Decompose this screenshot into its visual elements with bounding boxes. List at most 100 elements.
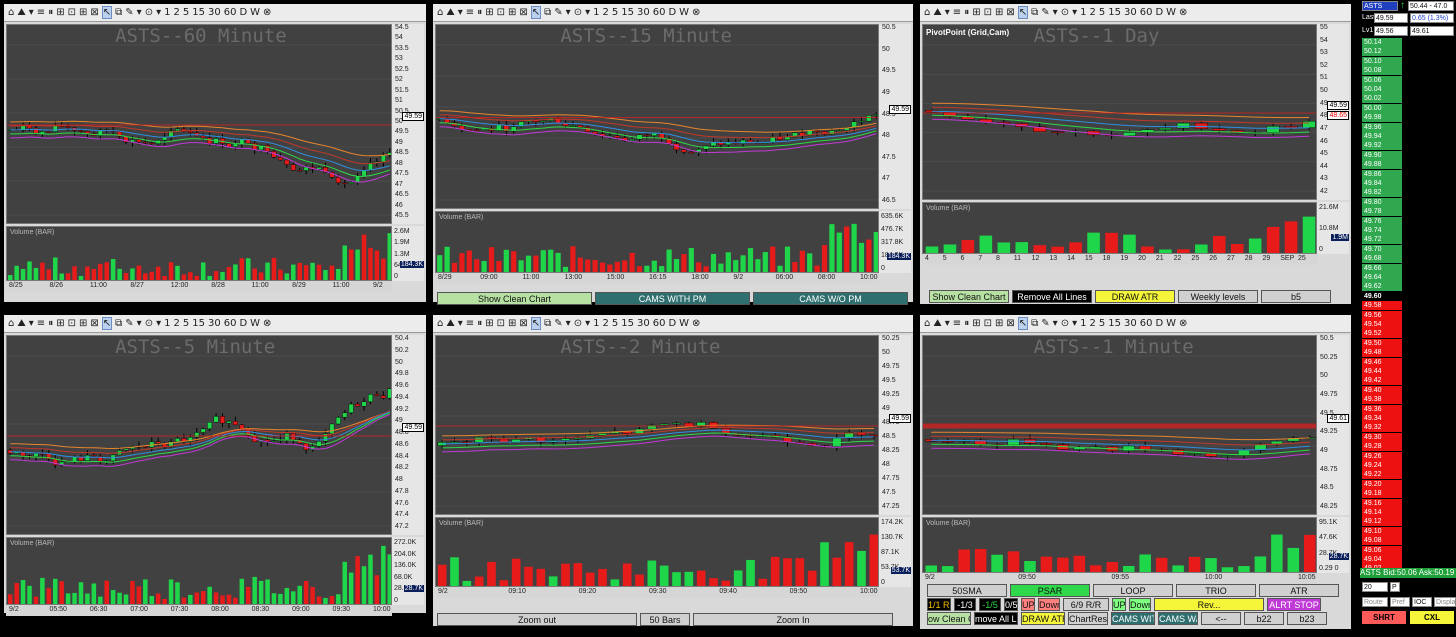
toolbar-item[interactable]: ✎ <box>1041 7 1049 18</box>
ladder-row[interactable]: 49.80 <box>1362 197 1402 207</box>
time-axis[interactable]: 9/2 05:50 06:30 07:00 07:30 08:00 08:30 09:00 09… <box>6 605 392 616</box>
time-axis[interactable]: 9/2 09:10 09:20 09:30 09:40 09:50 10:00 <box>435 587 879 598</box>
ladder-row[interactable]: 49.46 <box>1362 357 1402 367</box>
ladder-row[interactable]: 49.76 <box>1362 216 1402 226</box>
volume-pane[interactable]: Volume (BAR) <box>922 517 1317 573</box>
ladder-row[interactable]: 49.72 <box>1362 235 1402 245</box>
toolbar-item[interactable]: ⧉ <box>544 7 551 18</box>
toolbar-item[interactable]: ⌂ <box>8 7 14 18</box>
chart-button[interactable]: PSAR <box>1010 584 1090 597</box>
price-chart[interactable]: ASTS--15 Minute <box>435 24 879 209</box>
toolbar-item[interactable]: ⊗ <box>1179 7 1187 18</box>
ladder-row[interactable]: 49.18 <box>1362 489 1402 499</box>
chart-button[interactable]: Zoom out <box>437 613 637 626</box>
toolbar-item[interactable]: ⊞ <box>972 7 980 18</box>
toolbar-item[interactable]: ≡ <box>466 7 474 18</box>
toolbar-item[interactable]: ⊠ <box>519 7 527 18</box>
ladder-row[interactable]: 49.34 <box>1362 414 1402 423</box>
ladder-row[interactable]: 49.96 <box>1362 122 1402 132</box>
toolbar-item[interactable]: W <box>679 7 689 18</box>
toolbar-item[interactable]: ⛰ <box>17 318 25 329</box>
toolbar-item[interactable]: ▾ <box>137 318 142 329</box>
toolbar-item[interactable]: ▾ <box>156 318 161 329</box>
toolbar-item[interactable]: ⊙ <box>1061 318 1069 329</box>
toolbar-item[interactable]: ⏸ <box>477 7 482 18</box>
ladder-row[interactable]: 49.90 <box>1362 150 1402 160</box>
ladder-row[interactable]: 49.38 <box>1362 395 1402 405</box>
toolbar-item[interactable]: ⊙ <box>574 318 582 329</box>
toolbar-item[interactable]: ⊗ <box>263 318 271 329</box>
ladder-row[interactable]: 49.62 <box>1362 282 1402 292</box>
toolbar-item[interactable]: ✎ <box>554 7 562 18</box>
toolbar-item[interactable]: 15 <box>192 318 205 329</box>
chart-button[interactable]: move All Lin <box>974 612 1018 625</box>
price-axis[interactable]: 50.4 50.2 50 49.8 49.6 49.4 49.2 49 48.8 48.6 48.4… <box>392 335 424 535</box>
ladder-row[interactable]: 49.92 <box>1362 141 1402 151</box>
price-chart[interactable]: ASTS--2 Minute <box>435 335 879 515</box>
toolbar-item[interactable]: ▾ <box>29 318 34 329</box>
price-chart[interactable]: ASTS--60 Minute <box>6 24 392 224</box>
cancel-button[interactable]: CXL <box>1410 611 1454 624</box>
chart-button[interactable]: Show Clean Chart <box>437 292 592 305</box>
toolbar-item[interactable]: ▾ <box>566 318 571 329</box>
toolbar-item[interactable]: ⌂ <box>8 318 14 329</box>
toolbar-item[interactable]: 1 <box>593 318 599 329</box>
toolbar-item[interactable]: ⊞ <box>485 7 493 18</box>
toolbar-item[interactable]: ⧉ <box>115 7 122 18</box>
ladder-row[interactable]: 49.84 <box>1362 179 1402 188</box>
chart-button[interactable]: TRIO <box>1176 584 1256 597</box>
chart-button[interactable]: CAMS WITH P <box>1111 612 1155 625</box>
ladder-row[interactable]: 49.10 <box>1362 526 1402 536</box>
toolbar-item[interactable]: 2 <box>174 7 180 18</box>
toolbar-item[interactable]: 2 <box>1090 318 1096 329</box>
toolbar-item[interactable]: 60 <box>653 7 666 18</box>
toolbar-item[interactable]: ⧉ <box>544 318 551 329</box>
ioc-select[interactable]: IOC <box>1412 597 1432 607</box>
toolbar-item[interactable]: 15 <box>621 7 634 18</box>
toolbar-item[interactable]: 5 <box>183 7 189 18</box>
chart-button[interactable]: Down <box>1038 598 1060 611</box>
toolbar-item[interactable]: ⊙ <box>1061 7 1069 18</box>
price-chart[interactable]: ASTS--1 Minute <box>922 335 1317 515</box>
volume-pane[interactable]: Volume (BAR) <box>6 226 392 281</box>
ladder-row[interactable]: 49.50 <box>1362 338 1402 348</box>
chart-button[interactable]: LOOP <box>1093 584 1173 597</box>
toolbar-item[interactable]: ⊗ <box>692 7 700 18</box>
toolbar-item[interactable]: 1 <box>593 7 599 18</box>
toolbar-item[interactable]: ▾ <box>137 7 142 18</box>
toolbar-item[interactable]: ⌂ <box>437 7 443 18</box>
toolbar-item[interactable]: 5 <box>612 318 618 329</box>
ladder-row[interactable]: 49.54 <box>1362 320 1402 329</box>
toolbar-item[interactable]: 5 <box>612 7 618 18</box>
toolbar-item[interactable]: ⊞ <box>508 7 516 18</box>
toolbar-item[interactable]: ✎ <box>125 7 133 18</box>
toolbar-item[interactable]: ↖ <box>101 6 113 19</box>
ladder-row[interactable]: 49.98 <box>1362 113 1402 123</box>
toolbar-item[interactable]: ⏸ <box>477 318 482 329</box>
ladder-row[interactable]: 49.66 <box>1362 263 1402 273</box>
chart-button[interactable]: CAMS WITH PM <box>595 292 750 305</box>
toolbar-item[interactable]: ↖ <box>530 6 542 19</box>
toolbar-item[interactable]: ⧉ <box>1031 7 1038 18</box>
toolbar-item[interactable]: ⊡ <box>68 7 76 18</box>
chart-button[interactable]: -1/3 <box>954 598 976 611</box>
toolbar-item[interactable]: ⊠ <box>90 7 98 18</box>
price-axis[interactable]: 50.55049.54948.54847.54746.549.59 <box>879 24 911 209</box>
ladder-row[interactable]: 50.06 <box>1362 75 1402 85</box>
toolbar-item[interactable]: ⊙ <box>145 318 153 329</box>
toolbar-item[interactable]: ⊗ <box>1179 318 1187 329</box>
chart-button[interactable]: Down <box>1129 598 1151 611</box>
symbol-input[interactable]: ASTS <box>1362 1 1398 11</box>
ladder-row[interactable]: 49.88 <box>1362 160 1402 170</box>
toolbar-item[interactable]: W <box>250 7 260 18</box>
price-chart[interactable]: ASTS--5 Minute <box>6 335 392 535</box>
toolbar-item[interactable]: 5 <box>183 318 189 329</box>
toolbar-item[interactable]: ⌂ <box>924 7 930 18</box>
toolbar-item[interactable]: 1 <box>1080 7 1086 18</box>
toolbar-item[interactable]: W <box>679 318 689 329</box>
toolbar-item[interactable]: D <box>239 7 247 18</box>
time-axis[interactable]: 8/25 8/26 11:00 8/27 12:00 8/28 11:00 8/29 11:00… <box>6 281 392 292</box>
toolbar-item[interactable]: ▾ <box>458 318 463 329</box>
price-axis[interactable]: 55 54 53 52 51 50 49 48 47 46 45 44 43 42 49.59 48.65 <box>1317 24 1349 200</box>
chart-button[interactable]: 0/5 <box>1004 598 1018 611</box>
